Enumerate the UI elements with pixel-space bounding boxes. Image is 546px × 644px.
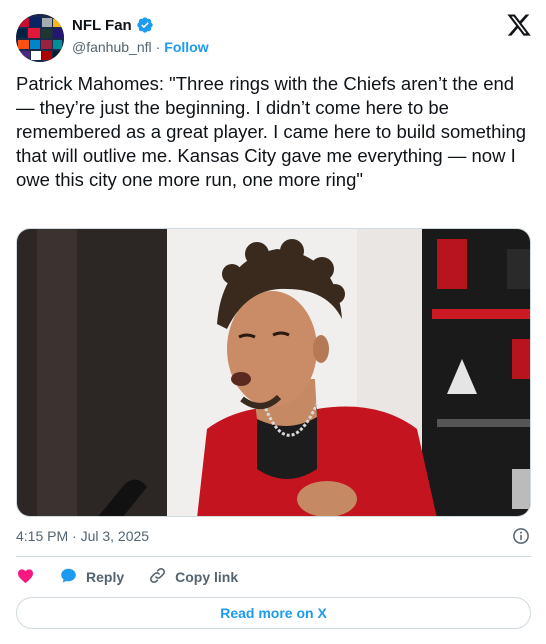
read-more-button[interactable]: Read more on X — [16, 597, 531, 629]
copy-link-button[interactable]: Copy link — [148, 566, 238, 588]
divider — [16, 556, 531, 557]
speech-bubble-icon — [59, 566, 78, 588]
tweet-timestamp[interactable]: 4:15 PM · Jul 3, 2025 — [16, 528, 149, 544]
avatar[interactable] — [16, 14, 64, 62]
info-icon[interactable] — [512, 527, 530, 545]
x-logo-icon[interactable] — [506, 12, 532, 38]
tweet-text: Patrick Mahomes: "Three rings with the C… — [16, 73, 527, 190]
author-handle-row: @fanhub_nfl · Follow — [72, 39, 209, 55]
verified-badge-icon — [136, 16, 154, 34]
like-button[interactable] — [16, 566, 35, 588]
author-display-name[interactable]: NFL Fan — [72, 17, 132, 34]
action-bar: Reply Copy link — [16, 566, 262, 588]
link-icon — [148, 566, 167, 588]
tweet-card: NFL Fan @fanhub_nfl · Follow Patrick Mah… — [0, 0, 546, 644]
tweet-photo[interactable] — [16, 228, 531, 517]
author-name-row: NFL Fan — [72, 16, 154, 34]
copy-link-label: Copy link — [175, 569, 239, 585]
follow-button[interactable]: Follow — [164, 39, 208, 55]
heart-icon — [16, 566, 35, 588]
reply-button[interactable]: Reply — [59, 566, 124, 588]
author-handle[interactable]: @fanhub_nfl — [72, 39, 152, 55]
reply-label: Reply — [86, 569, 125, 585]
separator-dot: · — [155, 39, 161, 55]
